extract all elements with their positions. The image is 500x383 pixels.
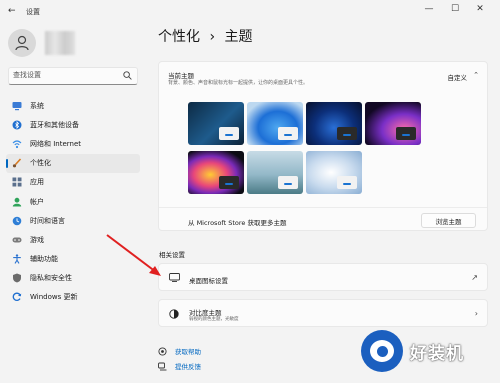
watermark: 好装机 [352,323,500,383]
breadcrumb-parent[interactable]: 个性化 [158,29,200,45]
minimize-button[interactable]: — [420,4,438,14]
username-redacted [45,31,75,55]
current-theme-subtitle: 背景、颜色、声音和鼠标光标一起提供，让你的桌面更具个性。 [168,80,309,86]
sidebar-item-label: 隐私和安全性 [30,274,72,283]
theme-thumbnail[interactable] [188,102,244,145]
title-bar: ← 设置 — ☐ ✕ [0,0,500,24]
sidebar-item-globe-clock[interactable]: 时间和语言 [6,211,140,230]
sidebar-item-label: 蓝牙和其他设备 [30,120,79,129]
sidebar-item-monitor[interactable]: 系统 [6,96,140,115]
sidebar-item-label: 系统 [30,101,44,110]
wifi-icon [12,140,22,149]
help-icon [158,346,167,356]
current-theme-card[interactable]: 当前主题 背景、颜色、声音和鼠标光标一起提供，让你的桌面更具个性。 自定义 ⌃ … [158,61,488,231]
contrast-icon [169,309,179,319]
browse-themes-button[interactable]: 浏览主题 [421,213,476,228]
get-help-link[interactable]: 获取帮助 [158,346,201,356]
feedback-label[interactable]: 提供反馈 [175,361,201,371]
sidebar-item-account[interactable]: 帐户 [6,192,140,211]
store-row: 从 Microsoft Store 获取更多主题 浏览主题 [159,207,487,231]
theme-thumbnail[interactable] [306,151,362,194]
sidebar-item-label: 网络和 Internet [30,139,82,148]
sidebar-item-label: 时间和语言 [30,216,65,225]
sidebar-item-label: 应用 [30,178,44,187]
update-icon [12,293,22,302]
sidebar-item-brush[interactable]: 个性化 [6,153,140,173]
search-box[interactable] [8,67,138,85]
monitor-icon [169,273,180,282]
theme-window-preview [219,176,239,189]
bluetooth-icon [12,120,22,130]
sidebar-item-update[interactable]: Windows 更新 [6,288,140,307]
sidebar-item-label: 个性化 [30,159,51,168]
get-help-label[interactable]: 获取帮助 [175,346,201,356]
contrast-themes-subtitle: 弱视的颜色主题，光敏度 [189,317,239,322]
breadcrumb: 个性化 › 主题 [158,26,253,46]
brush-icon [12,158,22,168]
sidebar-item-apps[interactable]: 应用 [6,173,140,192]
watermark-text: 好装机 [410,344,464,364]
desktop-icon-settings-row[interactable]: 桌面图标设置 ↗ [158,263,488,291]
avatar[interactable] [8,29,36,57]
breadcrumb-separator: › [209,29,216,45]
globe-clock-icon [12,216,22,226]
apps-icon [12,177,22,187]
watermark-logo-icon [361,330,403,372]
chevron-up-icon[interactable]: ⌃ [473,71,479,79]
sidebar-item-label: 游戏 [30,235,44,244]
theme-window-preview [337,127,357,140]
back-arrow-icon[interactable]: ← [8,6,16,16]
theme-thumbnail[interactable] [188,151,244,194]
theme-window-preview [278,127,298,140]
sidebar-item-wifi[interactable]: 网络和 Internet [6,134,140,153]
gamepad-icon [12,237,22,243]
chevron-right-icon: › [474,309,478,318]
search-icon[interactable] [123,71,132,80]
sidebar-item-label: 辅助功能 [30,255,58,264]
search-input[interactable] [13,71,113,79]
sidebar-item-label: Windows 更新 [30,293,78,302]
theme-thumbnail[interactable] [365,102,421,145]
sidebar-item-bluetooth[interactable]: 蓝牙和其他设备 [6,115,140,134]
theme-window-preview [396,127,416,140]
theme-window-preview [219,127,239,140]
shield-icon [13,273,21,283]
feedback-icon [158,362,167,370]
monitor-icon [12,101,22,110]
app-title: 设置 [26,8,40,16]
desktop-icon-settings-label: 桌面图标设置 [189,277,228,285]
page-title: 主题 [224,29,253,45]
current-theme-value: 自定义 [447,74,468,82]
theme-thumbnail[interactable] [247,151,303,194]
accessibility-icon [13,254,21,264]
user-icon [15,35,29,51]
annotation-arrow-icon [106,234,161,276]
maximize-button[interactable]: ☐ [446,4,464,14]
theme-thumbnail[interactable] [306,102,362,145]
account-icon [12,197,22,207]
sidebar-item-label: 帐户 [30,197,44,206]
external-link-icon: ↗ [471,273,478,282]
feedback-link[interactable]: 提供反馈 [158,361,201,371]
active-indicator [6,158,8,168]
theme-window-preview [278,176,298,189]
close-button[interactable]: ✕ [471,4,489,14]
theme-thumbnail[interactable] [247,102,303,145]
store-text: 从 Microsoft Store 获取更多主题 [188,219,287,227]
theme-window-preview [337,176,357,189]
